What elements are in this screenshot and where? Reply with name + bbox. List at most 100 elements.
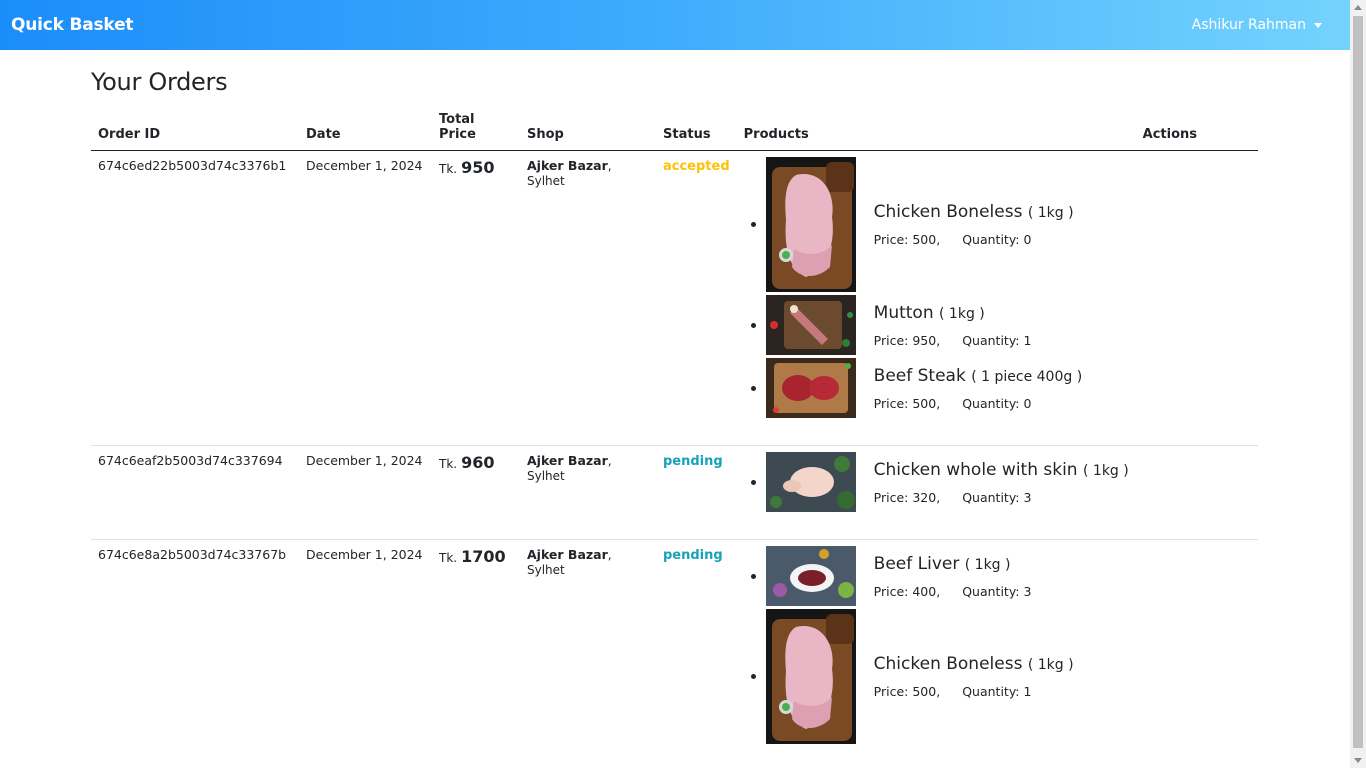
product-name: Chicken Boneless ( 1kg ) [874, 653, 1074, 676]
list-bullet [750, 385, 756, 391]
product-name: Beef Steak ( 1 piece 400g ) [874, 365, 1083, 388]
price-label: Price: [873, 489, 909, 505]
order-date-cell: December 1, 2024 [299, 150, 432, 446]
product-price: 500, [912, 684, 941, 699]
brand-logo[interactable]: Quick Basket [11, 15, 134, 35]
product-info: Beef Steak ( 1 piece 400g ) Price: 500, Qu… [874, 365, 1083, 412]
product-list: Chicken whole with skin ( 1kg ) Price: 32… [750, 452, 1143, 512]
main-content: Your Orders Order ID Date Total Price Sh… [91, 50, 1258, 768]
quantity-group: Quantity: 1 [962, 333, 1031, 348]
price-label: Price: [873, 684, 909, 699]
product-quantity: 0 [1023, 232, 1032, 247]
product-image [765, 157, 856, 292]
product-image [765, 609, 856, 744]
product-meta: Price: 500, Quantity: 1 [874, 684, 1074, 700]
product-name-text: Chicken Boneless [873, 654, 1023, 674]
product-info: Mutton ( 1kg ) Price: 950, Quantity: 1 [874, 302, 1032, 349]
order-date: December 1, 2024 [306, 453, 423, 468]
header-products: Products [736, 104, 1143, 151]
order-row: 674c6eaf2b5003d74c337694 December 1, 2024… [91, 445, 1258, 540]
product-item: Mutton ( 1kg ) Price: 950, Quantity: 1 [750, 295, 1143, 355]
products-cell: Chicken whole with skin ( 1kg ) Price: 32… [736, 445, 1143, 540]
quantity-group: Quantity: 1 [962, 684, 1031, 699]
price-prefix: Tk. [439, 551, 458, 565]
product-item: Chicken whole with skin ( 1kg ) Price: 32… [750, 452, 1143, 512]
shop-cell: Ajker Bazar, Sylhet [520, 445, 656, 540]
products-cell: Chicken Boneless ( 1kg ) Price: 500, Quant… [736, 150, 1143, 446]
order-row: 674c6ed22b5003d74c3376b1 December 1, 2024… [91, 150, 1258, 446]
product-item: Chicken Boneless ( 1kg ) Price: 500, Quant… [750, 157, 1143, 292]
vertical-scrollbar[interactable] [1350, 0, 1366, 768]
status-cell: pending [656, 445, 737, 540]
order-id-cell: 674c6e8a2b5003d74c33767b [91, 539, 299, 768]
order-date-cell: December 1, 2024 [299, 445, 432, 540]
quantity-label: Quantity: [962, 489, 1020, 505]
product-name: Beef Liver ( 1kg ) [874, 553, 1032, 576]
product-name: Chicken Boneless ( 1kg ) [874, 201, 1074, 224]
price-label: Price: [873, 583, 909, 599]
price-label: Price: [873, 232, 909, 247]
price-prefix: Tk. [439, 162, 458, 176]
product-name-text: Mutton [873, 302, 934, 323]
order-total-cell: Tk. 950 [432, 150, 520, 446]
product-list: Beef Liver ( 1kg ) Price: 400, Quantity: 3… [750, 546, 1143, 744]
product-quantity: 1 [1023, 684, 1032, 699]
header-actions: Actions [1142, 104, 1258, 151]
order-id: 674c6ed22b5003d74c3376b1 [98, 158, 287, 173]
shop-name: Ajker Bazar [527, 547, 608, 562]
header-total-price: Total Price [432, 104, 520, 151]
product-quantity: 1 [1023, 332, 1032, 348]
order-id-cell: 674c6eaf2b5003d74c337694 [91, 445, 299, 540]
product-image [765, 546, 856, 606]
quantity-group: Quantity: 3 [962, 584, 1031, 599]
product-info: Beef Liver ( 1kg ) Price: 400, Quantity: 3 [874, 553, 1032, 600]
navbar: Quick Basket Ashikur Rahman [0, 0, 1350, 50]
product-name-text: Beef Steak [873, 365, 966, 386]
status-badge: pending [663, 548, 723, 563]
list-bullet [750, 322, 756, 328]
orders-table-body: 674c6ed22b5003d74c3376b1 December 1, 2024… [91, 150, 1258, 768]
actions-cell [1142, 445, 1258, 540]
price-label: Price: [873, 332, 909, 348]
product-item: Beef Steak ( 1 piece 400g ) Price: 500, Qu… [750, 358, 1143, 418]
product-info: Chicken Boneless ( 1kg ) Price: 500, Quant… [874, 653, 1074, 700]
list-bullet [750, 222, 756, 227]
caret-down-icon [1314, 22, 1322, 28]
product-info: Chicken Boneless ( 1kg ) Price: 500, Quant… [874, 201, 1074, 248]
product-name: Mutton ( 1kg ) [874, 302, 1032, 325]
order-total-cell: Tk. 960 [432, 445, 520, 540]
product-quantity: 0 [1023, 395, 1032, 411]
scrollbar-thumb[interactable] [1353, 16, 1363, 748]
product-image [765, 295, 856, 355]
product-list: Chicken Boneless ( 1kg ) Price: 500, Quant… [750, 157, 1143, 418]
header-order-id: Order ID [91, 104, 299, 151]
order-total-cell: Tk. 1700 [432, 539, 520, 768]
shop-name: Ajker Bazar [527, 453, 608, 468]
product-unit: ( 1kg ) [1027, 657, 1074, 673]
order-row: 674c6e8a2b5003d74c33767b December 1, 2024… [91, 539, 1258, 768]
product-meta: Price: 950, Quantity: 1 [874, 333, 1032, 349]
order-date: December 1, 2024 [306, 547, 423, 562]
order-total: 960 [461, 453, 495, 472]
product-meta: Price: 500, Quantity: 0 [874, 232, 1074, 248]
product-item: Chicken Boneless ( 1kg ) Price: 500, Quant… [750, 609, 1143, 744]
scroll-up-arrow-icon[interactable] [1354, 5, 1362, 10]
quantity-label: Quantity: [962, 583, 1020, 599]
quantity-label: Quantity: [962, 232, 1020, 247]
product-price: 950, [912, 332, 941, 348]
product-info: Chicken whole with skin ( 1kg ) Price: 32… [874, 459, 1129, 506]
orders-table: Order ID Date Total Price Shop Status Pr… [91, 104, 1258, 768]
product-image [765, 452, 856, 512]
product-price: 320, [912, 489, 941, 505]
products-cell: Beef Liver ( 1kg ) Price: 400, Quantity: 3… [736, 539, 1143, 768]
status-badge: pending [663, 454, 723, 469]
user-menu-dropdown[interactable]: Ashikur Rahman [1192, 17, 1322, 33]
header-date: Date [299, 104, 432, 151]
user-name: Ashikur Rahman [1191, 17, 1306, 33]
product-unit: ( 1 piece 400g ) [971, 368, 1083, 385]
product-meta: Price: 500, Quantity: 0 [874, 396, 1083, 412]
scroll-down-arrow-icon[interactable] [1354, 758, 1362, 763]
product-price: 400, [912, 583, 941, 599]
product-meta: Price: 320, Quantity: 3 [874, 490, 1129, 506]
product-unit: ( 1kg ) [939, 305, 985, 322]
